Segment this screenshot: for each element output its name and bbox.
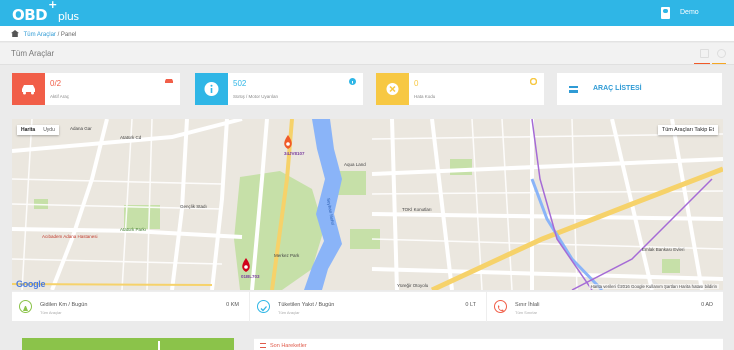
user-name[interactable]: Demo bbox=[680, 9, 699, 16]
stat-distance-sub: Tüm Araçlar bbox=[40, 310, 62, 315]
breadcrumb: Tüm Araçlar / Panel bbox=[0, 26, 734, 42]
card-driving-warnings[interactable]: 502 Sürüş / Motor Uyarıları bbox=[195, 73, 363, 105]
info-icon bbox=[204, 82, 219, 96]
car-icon bbox=[22, 85, 35, 95]
car-small-icon bbox=[165, 78, 173, 86]
home-icon[interactable] bbox=[11, 30, 19, 37]
google-logo: Google bbox=[16, 279, 46, 289]
user-icon[interactable] bbox=[661, 7, 670, 19]
error-codes-value: 0 bbox=[414, 79, 419, 88]
map-label-ataturk-cd: Atatürk Cd bbox=[120, 135, 142, 140]
top-navbar: OBD+plus Demo bbox=[0, 0, 734, 26]
active-vehicles-label: Aktif Araç bbox=[50, 94, 70, 99]
logo-main: OBD bbox=[12, 6, 48, 24]
map-canvas[interactable] bbox=[12, 119, 723, 290]
map-type-map[interactable]: Harita bbox=[17, 125, 39, 135]
active-vehicles-value: 0/2 bbox=[50, 79, 62, 88]
stat-fuel-title: Tüketilen Yakıt / Bugün bbox=[278, 302, 335, 308]
breadcrumb-link[interactable]: Tüm Araçlar bbox=[24, 32, 56, 38]
app-logo[interactable]: OBD+plus bbox=[12, 0, 79, 24]
driving-warnings-value: 502 bbox=[233, 79, 247, 88]
logo-sub: plus bbox=[57, 10, 79, 23]
info-icon-tile bbox=[195, 73, 228, 105]
map-label-merkez: Merkez Park bbox=[274, 253, 300, 258]
map[interactable]: Harita Uydu Tüm Araçları Takip Et 34JV81… bbox=[12, 119, 723, 290]
driving-warnings-label: Sürüş / Motor Uyarıları bbox=[233, 94, 279, 99]
page-title: Tüm Araçlar bbox=[11, 49, 55, 58]
accent-line-red bbox=[694, 63, 710, 64]
page-header: Tüm Araçlar bbox=[0, 43, 734, 65]
map-type-satellite[interactable]: Uydu bbox=[39, 125, 59, 135]
map-label-aqua: Aqua Land bbox=[344, 162, 366, 167]
breadcrumb-current: Panel bbox=[60, 32, 77, 38]
list-icon bbox=[569, 86, 578, 93]
recent-activity-panel: Son Hareketler bbox=[254, 338, 723, 350]
stat-limit-sub: Tüm Sınırlar bbox=[515, 310, 538, 315]
stat-distance-title: Gidilen Km / Bugün bbox=[40, 302, 88, 308]
fullscreen-icon[interactable] bbox=[700, 49, 709, 58]
stat-fuel: Tüketilen Yakıt / Bugün Tüm Araçlar 0 LT bbox=[249, 292, 486, 322]
card-active-vehicles[interactable]: 0/2 Aktif Araç bbox=[12, 73, 180, 105]
map-label-yureir: Yüreğir Otoyolu bbox=[397, 283, 429, 288]
list-icon bbox=[260, 343, 266, 348]
gear-small-icon bbox=[529, 77, 538, 87]
stat-fuel-value: 0 LT bbox=[465, 302, 476, 308]
marker-1-label: 34JV8107 bbox=[284, 151, 305, 156]
stat-limit-title: Sınır İhlali bbox=[515, 302, 540, 308]
stat-limit-value: 0 AD bbox=[701, 302, 713, 308]
stats-row: Gidilen Km / Bugün Tüm Araçlar 0 KM Tüke… bbox=[12, 291, 723, 322]
logo-plus: + bbox=[48, 0, 57, 11]
map-label-genclik: Gençlik Stadı bbox=[180, 204, 207, 209]
map-label-emlak: Emlak Bankası Evleri bbox=[642, 247, 685, 252]
vehicle-list-label: ARAÇ LİSTESİ bbox=[593, 85, 642, 92]
map-type-control: Harita Uydu bbox=[17, 125, 59, 135]
map-label-adana: Adana Gar bbox=[70, 126, 92, 131]
breadcrumb-separator: / bbox=[57, 32, 60, 38]
info-small-icon bbox=[349, 78, 356, 87]
map-label-ataturk-park: Atatürk Parkı bbox=[120, 227, 147, 232]
follow-all-vehicles-button[interactable]: Tüm Araçları Takip Et bbox=[657, 125, 718, 135]
map-label-toki: TOKİ Konutları bbox=[402, 207, 432, 212]
panel-mark bbox=[158, 341, 160, 350]
stat-limit: Sınır İhlali Tüm Sınırlar 0 AD bbox=[486, 292, 723, 322]
error-icon bbox=[386, 83, 399, 95]
marker-2-label: 01BL703 bbox=[241, 274, 260, 279]
accent-line-orange bbox=[712, 63, 726, 64]
car-icon-tile bbox=[12, 73, 45, 105]
road-icon bbox=[19, 300, 32, 313]
error-icon-tile bbox=[376, 73, 409, 105]
recent-activity-title: Son Hareketler bbox=[270, 343, 307, 349]
stat-distance: Gidilen Km / Bugün Tüm Araçlar 0 KM bbox=[12, 292, 249, 322]
map-attribution[interactable]: Harita verileri ©2016 Google Kullanım Şa… bbox=[588, 284, 719, 289]
error-codes-label: Hata Kodu bbox=[414, 94, 436, 99]
check-icon bbox=[257, 300, 270, 313]
settings-icon[interactable] bbox=[717, 49, 726, 58]
stat-fuel-sub: Tüm Araçlar bbox=[278, 310, 300, 315]
map-label-acibadem: Acıbadem Adana Hastanesi bbox=[42, 234, 98, 239]
green-summary-panel bbox=[22, 338, 234, 350]
stat-distance-value: 0 KM bbox=[226, 302, 239, 308]
phone-icon bbox=[494, 300, 507, 313]
card-error-codes[interactable]: 0 Hata Kodu bbox=[376, 73, 544, 105]
vehicle-list-button[interactable]: ARAÇ LİSTESİ bbox=[557, 73, 722, 105]
